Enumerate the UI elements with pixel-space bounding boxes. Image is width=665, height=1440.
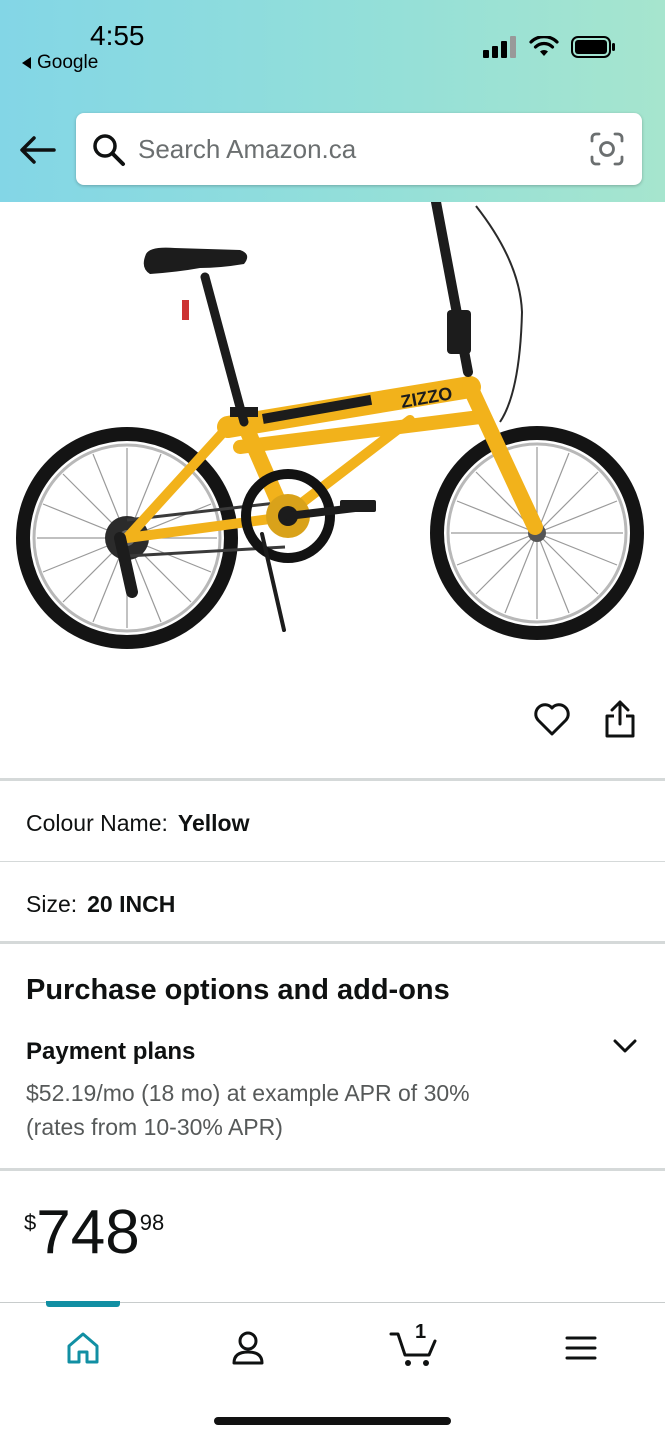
price-whole: 748 xyxy=(36,1198,140,1267)
price-fraction: 98 xyxy=(139,1210,165,1235)
account-icon xyxy=(232,1331,264,1365)
camera-scan-icon[interactable] xyxy=(590,132,624,166)
size-label: Size: xyxy=(26,891,78,917)
nav-home[interactable] xyxy=(53,1323,113,1373)
status-back-link[interactable]: Google xyxy=(22,52,98,74)
wifi-icon xyxy=(529,36,559,56)
home-icon xyxy=(67,1332,99,1364)
cart-icon xyxy=(389,1332,437,1366)
colour-variation-row[interactable]: Colour Name: Yellow xyxy=(26,810,249,837)
product-image[interactable]: ZIZZO xyxy=(0,202,665,672)
payment-plans-title[interactable]: Payment plans xyxy=(26,1038,195,1066)
back-triangle-icon xyxy=(22,57,31,69)
price-symbol: $ xyxy=(24,1210,37,1235)
app-header: 4:55 Google xyxy=(0,0,665,202)
divider xyxy=(0,861,665,862)
size-value: 20 INCH xyxy=(87,891,176,917)
price: $ 748 98 xyxy=(24,1198,164,1268)
colour-label: Colour Name: xyxy=(26,810,168,836)
menu-icon xyxy=(565,1336,597,1360)
share-icon[interactable] xyxy=(603,700,637,740)
cellular-signal-icon xyxy=(483,36,516,58)
nav-account[interactable] xyxy=(218,1323,278,1373)
back-arrow-icon[interactable] xyxy=(18,132,58,168)
nav-cart[interactable] xyxy=(384,1323,444,1373)
divider xyxy=(0,1168,665,1171)
chevron-down-icon[interactable] xyxy=(612,1036,638,1056)
heart-icon[interactable] xyxy=(532,700,572,738)
payment-plans-description: $52.19/mo (18 mo) at example APR of 30% … xyxy=(26,1080,470,1140)
colour-value: Yellow xyxy=(177,810,250,836)
bike-seat xyxy=(143,247,248,274)
battery-icon xyxy=(571,36,615,58)
search-input[interactable] xyxy=(138,113,568,185)
search-bar[interactable] xyxy=(76,113,642,185)
home-indicator[interactable] xyxy=(214,1417,451,1425)
search-icon xyxy=(93,134,125,166)
status-time: 4:55 xyxy=(90,20,145,51)
divider xyxy=(0,778,665,781)
cart-count-badge: 1 xyxy=(415,1321,427,1343)
bottom-navigation: 1 xyxy=(0,1301,665,1440)
size-variation-row[interactable]: Size: 20 INCH xyxy=(26,891,175,918)
divider xyxy=(0,941,665,944)
status-icons xyxy=(483,36,617,58)
purchase-options-title: Purchase options and add-ons xyxy=(26,974,450,1006)
status-back-label: Google xyxy=(37,52,99,73)
nav-menu[interactable] xyxy=(551,1323,611,1373)
nav-active-indicator xyxy=(46,1301,120,1307)
